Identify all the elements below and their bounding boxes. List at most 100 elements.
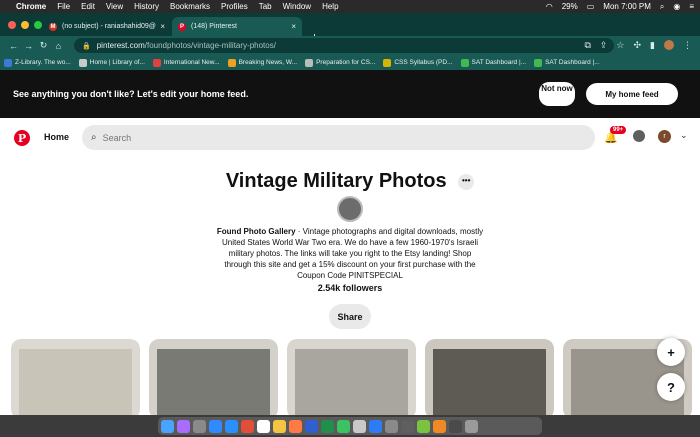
menu-edit[interactable]: Edit: [81, 2, 95, 11]
help-button[interactable]: ?: [657, 373, 685, 401]
bookmark-international-news[interactable]: International New...: [152, 58, 220, 67]
pinterest-icon: P: [178, 22, 186, 31]
bookmark-preparation[interactable]: Preparation for CS...: [305, 58, 375, 67]
bookmark-icon: [383, 58, 392, 67]
sidebar-icon[interactable]: ▮: [650, 40, 655, 51]
followers-count[interactable]: 2.54k followers: [0, 283, 700, 293]
zoom-window-button[interactable]: [34, 21, 42, 29]
create-pin-button[interactable]: +: [657, 338, 685, 366]
control-center-icon[interactable]: ≡: [689, 2, 694, 11]
preview-icon[interactable]: [353, 419, 366, 433]
window-controls: [8, 21, 42, 29]
bookmark-breaking-news[interactable]: Breaking News, W...: [227, 58, 298, 67]
more-options-icon[interactable]: •••: [458, 173, 475, 190]
messages-icon[interactable]: [633, 130, 645, 142]
menu-history[interactable]: History: [134, 2, 159, 11]
bookmark-zlibrary[interactable]: Z-Library. The wo...: [4, 58, 71, 67]
back-icon[interactable]: ←: [6, 41, 21, 51]
search-input[interactable]: ⌕ Search: [82, 125, 595, 150]
menu-kebab-icon[interactable]: ⋮: [683, 40, 692, 51]
screenshot-icon[interactable]: ⧉: [584, 40, 590, 51]
menu-profiles[interactable]: Profiles: [221, 2, 248, 11]
pin-image: [157, 349, 270, 415]
clock[interactable]: Mon 7:00 PM: [603, 2, 651, 11]
bookmark-css-syllabus[interactable]: CSS Syllabus (PD...: [383, 58, 453, 67]
spotlight-icon[interactable]: ⌕: [660, 2, 664, 12]
tab-pinterest[interactable]: P (148) Pinterest ×: [172, 17, 302, 36]
calendar-icon[interactable]: [257, 419, 270, 433]
tab-gmail[interactable]: M (no subject) - raniashahid09@ ×: [43, 17, 171, 36]
address-bar[interactable]: 🔒 pinterest.com/foundphotos/vintage-mili…: [74, 38, 614, 53]
reload-icon[interactable]: ↻: [36, 40, 51, 51]
battery-icon[interactable]: ▭: [587, 2, 595, 11]
owner-avatar[interactable]: [337, 196, 363, 222]
bookmark-star-icon[interactable]: ☆: [616, 40, 624, 51]
menu-chrome[interactable]: Chrome: [16, 2, 46, 11]
app-store-icon[interactable]: [369, 419, 382, 433]
chevron-down-icon[interactable]: ⌄: [680, 130, 688, 141]
share-button[interactable]: Share: [329, 304, 371, 329]
bookmark-label: CSS Syllabus (PD...: [394, 59, 453, 66]
terminal-icon[interactable]: [401, 419, 414, 433]
menu-file[interactable]: File: [57, 2, 70, 11]
android-studio-icon[interactable]: [417, 419, 430, 433]
tab-label: (148) Pinterest: [191, 23, 237, 30]
extensions-icon[interactable]: ✣: [634, 40, 642, 51]
excel-icon[interactable]: [321, 419, 334, 433]
not-now-button[interactable]: Not now: [539, 82, 575, 106]
menu-tab[interactable]: Tab: [259, 2, 272, 11]
photos-icon[interactable]: [289, 419, 302, 433]
launchpad-icon[interactable]: [193, 419, 206, 433]
url-domain: pinterest.com: [96, 41, 145, 50]
app-icon[interactable]: [433, 419, 446, 433]
macos-menubar: Chrome File Edit View History Bookmarks …: [0, 0, 700, 13]
finder-icon[interactable]: [161, 419, 174, 433]
home-icon[interactable]: ⌂: [51, 41, 66, 51]
pin-card[interactable]: [11, 339, 140, 415]
board-title: Vintage Military Photos: [225, 170, 447, 192]
edit-home-feed-button[interactable]: My home feed: [586, 83, 678, 105]
downloads-icon[interactable]: [449, 419, 462, 433]
mail-icon[interactable]: [225, 419, 238, 433]
word-icon[interactable]: [305, 419, 318, 433]
bookmark-sat-dashboard-2[interactable]: SAT Dashboard |...: [534, 58, 600, 67]
close-tab-icon[interactable]: ×: [160, 22, 165, 31]
trash-icon[interactable]: [465, 419, 478, 433]
messages-dock-icon[interactable]: [337, 419, 350, 433]
bookmark-library-of[interactable]: Home | Library of...: [78, 58, 145, 67]
bookmark-label: Breaking News, W...: [238, 59, 298, 66]
bookmark-sat-dashboard[interactable]: SAT Dashboard |...: [460, 58, 526, 67]
siri-icon[interactable]: ◉: [673, 2, 680, 11]
menu-window[interactable]: Window: [283, 2, 311, 11]
bookmark-label: Home | Library of...: [89, 59, 145, 66]
avatar[interactable]: r: [658, 130, 671, 143]
pin-image: [433, 349, 546, 415]
menu-bookmarks[interactable]: Bookmarks: [170, 2, 210, 11]
safari-icon[interactable]: [209, 419, 222, 433]
bookmark-icon: [227, 58, 236, 67]
share-icon[interactable]: ⇪: [600, 40, 608, 51]
pin-card[interactable]: [287, 339, 416, 415]
menu-view[interactable]: View: [106, 2, 123, 11]
notes-icon[interactable]: [273, 419, 286, 433]
profile-icon[interactable]: [664, 40, 674, 50]
siri-dock-icon[interactable]: [177, 419, 190, 433]
close-window-button[interactable]: [8, 21, 16, 29]
owner-name[interactable]: Found Photo Gallery: [217, 227, 296, 236]
pin-card[interactable]: [149, 339, 278, 415]
pin-card[interactable]: [425, 339, 554, 415]
bookmark-icon: [4, 58, 12, 67]
minimize-window-button[interactable]: [21, 21, 29, 29]
home-link[interactable]: Home: [44, 132, 69, 142]
edit-feed-banner: See anything you don't like? Let's edit …: [0, 70, 700, 118]
wifi-icon[interactable]: ◠: [546, 2, 553, 11]
lock-icon[interactable]: 🔒: [82, 42, 91, 50]
macos-dock: [158, 417, 542, 435]
pinterest-logo-icon[interactable]: P: [14, 130, 30, 146]
bookmarks-bar: Z-Library. The wo... Home | Library of..…: [0, 55, 700, 70]
chrome-icon[interactable]: [241, 419, 254, 433]
close-tab-icon[interactable]: ×: [291, 22, 296, 31]
menu-help[interactable]: Help: [322, 2, 338, 11]
forward-icon[interactable]: →: [21, 41, 36, 51]
system-preferences-icon[interactable]: [385, 419, 398, 433]
